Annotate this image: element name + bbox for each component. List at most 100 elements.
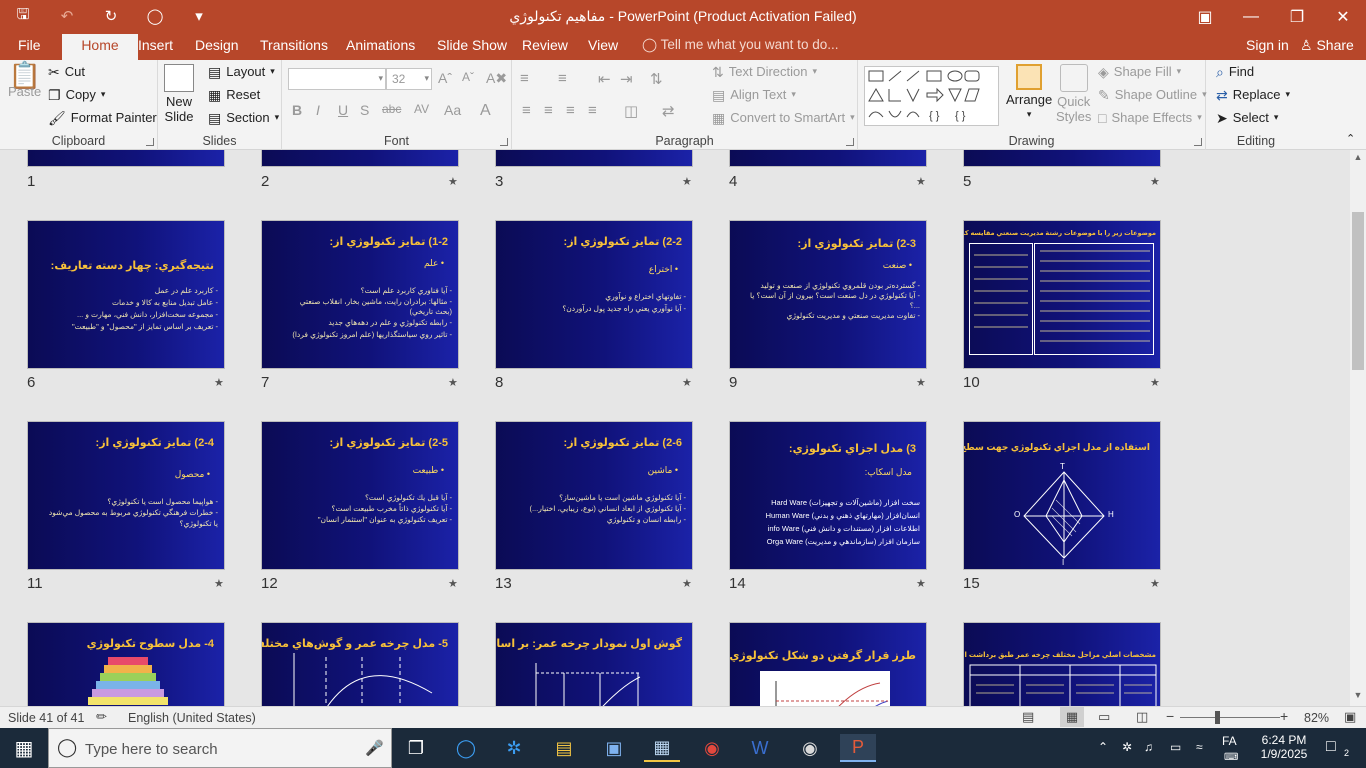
copy-button[interactable]: ❐ Copy ▾ [48,87,105,102]
battery-icon[interactable]: ▭ [1170,740,1181,754]
tray-chevron-icon[interactable]: ⌃ [1098,740,1108,754]
section-button[interactable]: ▤ Section ▾ [208,110,279,125]
select-button[interactable]: ➤ Select ▾ [1216,110,1278,125]
slide-thumbnail-11[interactable]: 2-4) تمايز تكنولوژي از: • محصول - هواپيم… [27,421,225,570]
taskbar-search-box[interactable]: ◯ Type here to search 🎤 [48,728,392,768]
windows-start-icon[interactable]: ▦ [6,734,42,762]
slide-thumbnail-14[interactable]: 3) مدل اجزاي تكنولوژي: مدل اسكاپ: سخت اف… [729,421,927,570]
justify-icon[interactable]: ≡ [588,102,597,119]
transition-star-icon[interactable]: ★ [448,577,458,590]
tab-animations[interactable]: Animations [336,34,425,60]
paint-icon[interactable]: ◉ [792,734,828,762]
bold-button[interactable]: B [292,102,302,118]
align-text-button[interactable]: ▤ Align Text ▾ [712,87,796,102]
underline-button[interactable]: U [338,102,348,118]
align-right-icon[interactable]: ≡ [566,102,575,119]
paste-button[interactable]: 📋 Paste [8,62,41,99]
shape-outline-button[interactable]: ✎ Shape Outline ▾ [1098,87,1207,102]
decrease-indent-icon[interactable]: ⇤ [598,70,611,88]
cut-button[interactable]: ✂ Cut [48,64,85,79]
slide-thumbnail[interactable] [729,150,927,167]
increase-indent-icon[interactable]: ⇥ [620,70,633,88]
font-dialog-launcher[interactable] [500,138,508,146]
slideshow-view-icon[interactable]: ◫ [1136,709,1148,725]
paragraph-dialog-launcher[interactable] [846,138,854,146]
slide-thumbnail-18[interactable]: گوش اول نمودار چرخه عمر: بر اساس عملكرد [495,622,693,706]
slide-thumbnail[interactable] [495,150,693,167]
collapse-ribbon-icon[interactable]: ⌃ [1346,132,1355,145]
vertical-scrollbar[interactable]: ▲ ▼ [1350,150,1366,706]
slide-thumbnail-9[interactable]: 2-3) تمايز تكنولوژي از: • صنعت - گسترده‌… [729,220,927,369]
clipboard-dialog-launcher[interactable] [146,138,154,146]
font-name-combo[interactable]: ▾ [288,68,386,90]
drawing-dialog-launcher[interactable] [1194,138,1202,146]
transition-star-icon[interactable]: ★ [682,376,692,389]
tab-design[interactable]: Design [185,34,249,60]
transition-star-icon[interactable]: ★ [1150,577,1160,590]
microphone-icon[interactable]: 🎤 [365,739,384,757]
word-icon[interactable]: W [742,734,778,762]
transition-star-icon[interactable]: ★ [448,175,458,188]
reset-button[interactable]: ▦ Reset [208,87,260,102]
font-color-button[interactable]: A [480,102,491,120]
transition-star-icon[interactable]: ★ [448,376,458,389]
align-left-icon[interactable]: ≡ [522,102,531,119]
calculator-icon[interactable]: ▦ [644,734,680,762]
transition-star-icon[interactable]: ★ [916,376,926,389]
scroll-up-icon[interactable]: ▲ [1350,152,1366,166]
volume-icon[interactable]: ♫ [1144,740,1153,754]
tab-transitions[interactable]: Transitions [250,34,338,60]
line-spacing-icon[interactable]: ⇅ [650,70,663,88]
scroll-down-icon[interactable]: ▼ [1350,690,1366,704]
zoom-slider[interactable] [1180,717,1280,718]
slide-thumbnail-16[interactable]: 4- مدل سطوح تكنولوژي [27,622,225,706]
notifications-icon[interactable]: □ [1326,738,1336,756]
tab-slide-show[interactable]: Slide Show [427,34,517,60]
slide-thumbnail[interactable] [27,150,225,167]
decrease-font-icon[interactable]: Aˇ [462,70,474,84]
shapes-gallery[interactable]: { } { } [864,66,999,126]
language-indicator[interactable]: English (United States) [128,711,256,725]
tab-file[interactable]: File [8,34,51,60]
slide-thumbnail-13[interactable]: 2-6) تمايز تكنولوژي از: • ماشين - آيا تك… [495,421,693,570]
align-center-icon[interactable]: ≡ [544,102,553,119]
format-painter-button[interactable]: 🖌 Format Painter [48,110,157,125]
shape-effects-button[interactable]: □ Shape Effects ▾ [1098,110,1202,125]
ribbon-display-options-icon[interactable]: ▣ [1182,0,1228,34]
zoom-slider-thumb[interactable] [1215,711,1220,724]
tab-insert[interactable]: Insert [128,34,183,60]
zoom-out-icon[interactable]: − [1166,708,1174,724]
font-size-combo[interactable]: 32 ▾ [386,68,432,90]
zoom-level[interactable]: 82% [1304,711,1329,725]
shape-fill-button[interactable]: ◈ Shape Fill ▾ [1098,64,1181,79]
slide-thumbnail-19[interactable]: طرز قرار گرفتن دو شكل تكنولوژي طبق برداش… [729,622,927,706]
convert-smartart-button[interactable]: ▦ Convert to SmartArt ▾ [712,110,855,125]
bluetooth-icon[interactable]: ✲ [496,734,532,762]
fit-to-window-icon[interactable]: ▣ [1344,709,1356,725]
strikethrough-icon[interactable]: abc [382,102,401,116]
transition-star-icon[interactable]: ★ [682,175,692,188]
restore-icon[interactable]: ❐ [1274,0,1320,34]
increase-font-icon[interactable]: Aˆ [438,70,452,86]
slide-thumbnail-7[interactable]: 1-2) تمايز تكنولوژي از: • علم - آيا فناو… [261,220,459,369]
slide-thumbnail-6[interactable]: نتيجه‌گيري: چهار دسته تعاريف: - كاربرد ع… [27,220,225,369]
minimize-icon[interactable]: — [1228,0,1274,34]
slide-thumbnail-8[interactable]: 2-2) تمايز تكنولوژي از: • اختراع - تفاوت… [495,220,693,369]
transition-star-icon[interactable]: ★ [1150,175,1160,188]
slide-thumbnail-17[interactable]: 5- مدل چرخه عمر و گوش‌هاي مختلف آن [261,622,459,706]
file-explorer-icon[interactable]: ▤ [546,734,582,762]
change-case-button[interactable]: Aa [444,102,461,118]
tab-review[interactable]: Review [512,34,578,60]
scroll-thumb[interactable] [1352,212,1364,370]
numbering-icon[interactable]: ≡ [558,70,567,87]
task-view-icon[interactable]: ❐ [398,734,434,762]
share-button[interactable]: ♙ Share [1300,37,1354,54]
columns-icon[interactable]: ◫ [624,102,638,120]
bluetooth-tray-icon[interactable]: ✲ [1122,740,1132,754]
language-tray[interactable]: FA [1222,734,1237,748]
transition-star-icon[interactable]: ★ [682,577,692,590]
clock[interactable]: 6:24 PM 1/9/2025 [1254,733,1314,761]
transition-star-icon[interactable]: ★ [214,376,224,389]
text-direction-button[interactable]: ⇅ Text Direction ▾ [712,64,817,79]
sign-in-link[interactable]: Sign in [1246,37,1289,53]
